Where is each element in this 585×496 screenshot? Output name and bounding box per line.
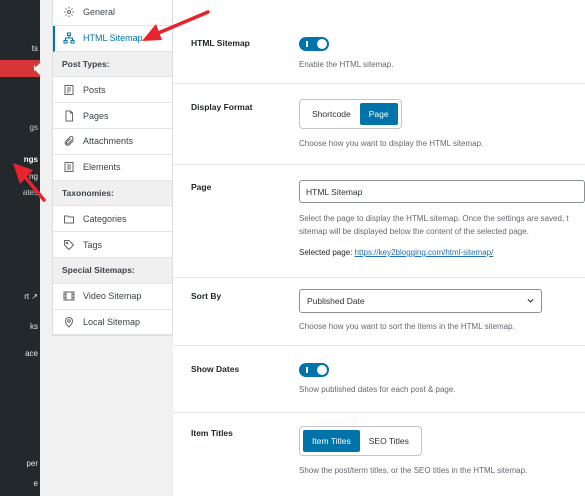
setting-label: Item Titles: [191, 428, 233, 438]
nav-item-label: HTML Sitemap: [83, 33, 143, 44]
setting-row-html-sitemap: HTML Sitemap Enable the HTML sitemap.: [173, 0, 585, 84]
map-pin-icon: [63, 316, 75, 328]
nav-heading-post-types: Post Types:: [53, 51, 172, 78]
video-icon: [63, 290, 75, 302]
nav-item-categories[interactable]: Categories: [53, 206, 172, 233]
chevron-down-icon: [526, 296, 535, 307]
wp-menu-item[interactable]: e: [0, 479, 40, 489]
setting-description: Show the post/term titles, or the SEO ti…: [299, 466, 528, 475]
wp-menu-item[interactable]: per: [0, 459, 40, 469]
sitemap-icon: [63, 32, 75, 44]
setting-row-sort-by: Sort By Published Date Choose how you wa…: [173, 278, 585, 346]
setting-label: Show Dates: [191, 364, 240, 374]
setting-description: Enable the HTML sitemap.: [299, 60, 394, 69]
setting-label: Sort By: [191, 291, 222, 301]
selected-page-prefix: Selected page:: [299, 248, 353, 257]
setting-description-line-2: sitemap will be displayed below the cont…: [299, 227, 529, 236]
nav-item-label: General: [83, 7, 116, 18]
paperclip-icon: [63, 135, 75, 147]
display-format-shortcode-button[interactable]: Shortcode: [303, 103, 360, 125]
wp-menu-item[interactable]: ts: [0, 44, 40, 54]
nav-item-label: Local Sitemap: [83, 316, 141, 327]
setting-label: Page: [191, 182, 212, 192]
display-format-page-button[interactable]: Page: [359, 103, 398, 125]
sort-by-selected-value: Published Date: [307, 296, 365, 306]
wp-menu-item[interactable]: rt ↗: [0, 292, 40, 302]
nav-item-label: Attachments: [83, 136, 134, 147]
settings-nav-list: General HTML Sitemap Post Types: Posts P…: [52, 0, 173, 337]
nav-item-elements[interactable]: Elements: [53, 155, 172, 181]
seo-titles-button[interactable]: SEO Titles: [360, 430, 418, 452]
html-sitemap-toggle[interactable]: [299, 37, 329, 51]
nav-heading-special-sitemaps: Special Sitemaps:: [53, 257, 172, 284]
wp-admin-menu: h ts gs ngs ng ates rt ↗ ks ace per e: [0, 0, 40, 496]
setting-row-show-dates: Show Dates Show published dates for each…: [173, 346, 585, 413]
nav-item-pages[interactable]: Pages: [53, 103, 172, 129]
wp-menu-item[interactable]: ates: [0, 188, 40, 198]
menu-gap: [40, 0, 52, 496]
selected-page-info: Selected page: https://key2blogging.com/…: [299, 246, 493, 259]
nav-item-label: Pages: [83, 110, 109, 121]
page-input[interactable]: HTML Sitemap: [299, 180, 585, 203]
nav-item-label: Posts: [83, 84, 106, 95]
setting-description: Choose how you want to display the HTML …: [299, 139, 484, 148]
nav-item-label: Video Sitemap: [83, 291, 142, 302]
document-icon: [63, 84, 75, 96]
setting-row-item-titles: Item Titles Item Titles SEO Titles Show …: [173, 413, 585, 496]
nav-item-video-sitemap[interactable]: Video Sitemap: [53, 284, 172, 310]
wp-menu-item[interactable]: ng: [0, 172, 40, 182]
gear-icon: [63, 6, 75, 18]
nav-item-attachments[interactable]: Attachments: [53, 129, 172, 155]
wp-menu-item[interactable]: ks: [0, 322, 40, 332]
nav-item-local-sitemap[interactable]: Local Sitemap: [53, 310, 172, 336]
setting-description: Show published dates for each post & pag…: [299, 385, 456, 394]
nav-item-html-sitemap[interactable]: HTML Sitemap: [53, 25, 172, 52]
setting-label: Display Format: [191, 102, 253, 112]
setting-label: HTML Sitemap: [191, 38, 250, 48]
sort-by-select[interactable]: Published Date: [299, 289, 542, 313]
tag-icon: [63, 239, 75, 251]
wp-menu-item[interactable]: ngs: [0, 155, 40, 165]
nav-item-label: Tags: [83, 239, 103, 250]
setting-row-display-format: Display Format Shortcode Page Choose how…: [173, 84, 585, 165]
settings-panel: HTML Sitemap Enable the HTML sitemap. Di…: [173, 0, 585, 496]
nav-heading-taxonomies: Taxonomies:: [53, 180, 172, 207]
setting-row-page: Page HTML Sitemap Select the page to dis…: [173, 165, 585, 278]
wp-menu-item[interactable]: gs: [0, 123, 40, 133]
nav-item-posts[interactable]: Posts: [53, 77, 172, 104]
nav-item-label: Elements: [83, 162, 121, 173]
nav-item-tags[interactable]: Tags: [53, 232, 172, 258]
item-titles-toggle-group: Item Titles SEO Titles: [299, 426, 422, 456]
page-icon: [63, 110, 75, 122]
setting-description: Choose how you want to sort the items in…: [299, 322, 515, 331]
display-format-toggle-group: Shortcode Page: [299, 99, 402, 129]
folder-icon: [63, 213, 75, 225]
elements-icon: [63, 161, 75, 173]
selected-page-link[interactable]: https://key2blogging.com/html-sitemap/: [355, 248, 494, 257]
show-dates-toggle[interactable]: [299, 363, 329, 377]
nav-item-label: Categories: [83, 213, 127, 224]
item-titles-button[interactable]: Item Titles: [303, 430, 360, 452]
settings-nav: General HTML Sitemap Post Types: Posts P…: [52, 0, 173, 496]
wp-menu-item[interactable]: ace: [0, 349, 40, 359]
setting-description-line-1: Select the page to display the HTML site…: [299, 214, 569, 223]
nav-item-general[interactable]: General: [53, 0, 172, 26]
